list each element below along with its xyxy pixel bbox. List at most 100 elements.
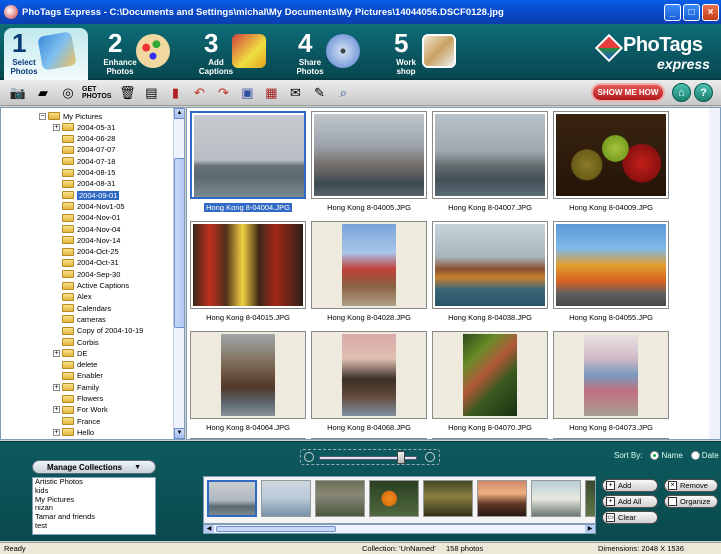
get-photos-button[interactable]: GET PHOTOS bbox=[82, 86, 111, 100]
photo-thumbnail[interactable]: Hong Kong 8-04064.JPG bbox=[190, 331, 306, 432]
tree-folder-item[interactable]: Calendars bbox=[53, 303, 111, 313]
show-me-how-button[interactable]: SHOW ME HOW bbox=[591, 83, 665, 102]
tree-folder-item[interactable]: + Family bbox=[53, 382, 99, 392]
tree-folder-item[interactable]: delete bbox=[53, 360, 97, 370]
tray-thumbnail[interactable] bbox=[315, 480, 365, 517]
tree-folder-item[interactable]: 2004-Nov1-05 bbox=[53, 201, 125, 211]
tree-folder-item[interactable]: 2004-Sep-30 bbox=[53, 269, 120, 279]
photo-thumbnail[interactable]: Hong Kong 8-04005.JPG bbox=[311, 111, 427, 212]
tree-folder-item[interactable]: +2004-05-31 bbox=[53, 122, 115, 132]
step-workshop[interactable]: 5 Work shop bbox=[386, 28, 470, 78]
remove-button[interactable]: × Remove bbox=[664, 479, 718, 492]
email-icon[interactable]: ✉ bbox=[285, 84, 305, 102]
tree-folder-item[interactable]: + For Work bbox=[53, 405, 108, 415]
tray-thumbnail[interactable] bbox=[477, 480, 527, 517]
print-icon[interactable]: ▦ bbox=[261, 84, 281, 102]
tray-scrollbar[interactable]: ◀ ▶ bbox=[203, 524, 596, 534]
tree-folder-item[interactable]: 2004-Oct-25 bbox=[53, 247, 119, 257]
tree-expander-icon[interactable]: + bbox=[53, 428, 60, 436]
tray-thumbnail[interactable] bbox=[207, 480, 257, 517]
search-photos-icon[interactable]: ⌕ bbox=[333, 84, 353, 102]
tree-folder-item[interactable]: Alex bbox=[53, 292, 92, 302]
zoom-out-icon[interactable] bbox=[304, 452, 314, 462]
scroll-down-arrow[interactable]: ▼ bbox=[174, 428, 184, 439]
sort-name-radio[interactable] bbox=[650, 451, 660, 460]
sort-icon[interactable]: ▤ bbox=[141, 84, 161, 102]
tree-folder-item[interactable]: + DE bbox=[53, 348, 87, 358]
rotate-left-icon[interactable]: ↶ bbox=[189, 84, 209, 102]
camera-icon[interactable]: 📷 bbox=[8, 84, 28, 102]
zoom-in-icon[interactable] bbox=[425, 452, 435, 462]
photo-thumbnail[interactable]: Hong Kong 8-04007.JPG bbox=[432, 111, 548, 212]
bookmark-icon[interactable]: ▮ bbox=[165, 84, 185, 102]
scroll-right-arrow[interactable]: ▶ bbox=[585, 525, 595, 533]
organize-button[interactable]: Organize bbox=[664, 495, 718, 508]
tree-folder-item[interactable]: − My Pictures bbox=[39, 111, 102, 121]
step-share-photos[interactable]: 4 Share Photos bbox=[290, 28, 374, 78]
collection-list-item[interactable]: My Pictures bbox=[35, 495, 155, 505]
help-icon[interactable]: ? bbox=[694, 83, 713, 102]
tree-folder-item[interactable]: + Hello bbox=[53, 427, 94, 437]
scanner-icon[interactable]: ▰ bbox=[32, 84, 54, 102]
tree-folder-item[interactable]: 2004-07-07 bbox=[53, 145, 115, 155]
add-button[interactable]: + Add bbox=[602, 479, 658, 492]
edit-icon[interactable]: ✎ bbox=[309, 84, 329, 102]
tree-folder-item[interactable]: 2004-Nov-04 bbox=[53, 224, 120, 234]
tray-thumbnail[interactable] bbox=[369, 480, 419, 517]
tree-folder-item[interactable]: Flowers bbox=[53, 394, 103, 404]
tree-expander-icon[interactable]: − bbox=[39, 112, 46, 120]
trash-icon[interactable]: 🗑 bbox=[117, 84, 137, 102]
tree-expander-icon[interactable]: + bbox=[53, 349, 60, 357]
tray-thumbnail[interactable] bbox=[585, 480, 595, 517]
cd-icon[interactable]: ◎ bbox=[58, 84, 78, 102]
tree-folder-item[interactable]: France bbox=[53, 416, 100, 426]
tree-folder-item[interactable]: 2004-07-18 bbox=[53, 156, 115, 166]
tray-thumbnail[interactable] bbox=[423, 480, 473, 517]
photo-thumbnail[interactable]: Hong Kong 8-04015.JPG bbox=[190, 221, 306, 322]
tray-thumbnail[interactable] bbox=[261, 480, 311, 517]
step-select-photos[interactable]: 1 Select Photos bbox=[4, 28, 88, 80]
collection-list-item[interactable]: Artistic Photos bbox=[35, 477, 155, 487]
tree-scrollbar[interactable]: ▲ ▼ bbox=[173, 108, 184, 439]
grid-scrollbar[interactable] bbox=[709, 108, 720, 439]
tree-folder-item[interactable]: Copy of 2004-10-19 bbox=[53, 326, 143, 336]
scroll-up-arrow[interactable]: ▲ bbox=[174, 108, 184, 119]
photo-thumbnail[interactable]: Hong Kong 8-04009.JPG bbox=[553, 111, 669, 212]
rotate-right-icon[interactable]: ↷ bbox=[213, 84, 233, 102]
clear-button[interactable]: ▭ Clear bbox=[602, 511, 658, 524]
collection-list-item[interactable]: test bbox=[35, 521, 155, 531]
step-enhance-photos[interactable]: 2 Enhance Photos bbox=[100, 28, 184, 78]
photo-thumbnail[interactable]: Hong Kong 8-04068.JPG bbox=[311, 331, 427, 432]
add-all-button[interactable]: + Add All bbox=[602, 495, 658, 508]
collection-list-item[interactable]: Tamar and friends bbox=[35, 512, 155, 522]
photo-thumbnail[interactable]: Hong Kong 8-04073.JPG bbox=[553, 331, 669, 432]
tree-folder-item[interactable]: 2004-08-31 bbox=[53, 179, 115, 189]
tray-scroll-thumb[interactable] bbox=[216, 526, 336, 532]
tree-folder-item[interactable]: 2004-08-15 bbox=[53, 168, 115, 178]
tree-folder-item[interactable]: Corbis bbox=[53, 337, 99, 347]
photo-thumbnail[interactable]: Hong Kong 8-04070.JPG bbox=[432, 331, 548, 432]
close-button[interactable]: × bbox=[702, 3, 719, 21]
tree-expander-icon[interactable]: + bbox=[53, 123, 60, 131]
scroll-left-arrow[interactable]: ◀ bbox=[204, 525, 214, 533]
tree-folder-item[interactable]: Enabler bbox=[53, 371, 103, 381]
tray-thumbnail[interactable] bbox=[531, 480, 581, 517]
zoom-slider-knob[interactable] bbox=[397, 451, 405, 464]
minimize-button[interactable]: _ bbox=[664, 3, 681, 21]
photo-thumbnail[interactable]: Hong Kong 8-04004.JPG bbox=[190, 111, 306, 212]
maximize-button[interactable]: □ bbox=[683, 3, 700, 21]
tree-folder-item[interactable]: 2004-Nov-14 bbox=[53, 235, 120, 245]
tree-folder-item[interactable]: 2004-Oct-31 bbox=[53, 258, 119, 268]
manage-collections-button[interactable]: Manage Collections ▼ bbox=[32, 460, 156, 474]
photo-thumbnail[interactable]: Hong Kong 8-04028.JPG bbox=[311, 221, 427, 322]
tree-expander-icon[interactable]: + bbox=[53, 383, 60, 391]
step-add-captions[interactable]: 3 Add Captions bbox=[196, 28, 280, 78]
photo-thumbnail[interactable]: Hong Kong 8-04055.JPG bbox=[553, 221, 669, 322]
tree-folder-item[interactable]: cameras bbox=[53, 314, 106, 324]
home-icon[interactable]: ⌂ bbox=[672, 83, 691, 102]
tree-folder-item[interactable]: 2004-Nov-01 bbox=[53, 213, 120, 223]
tree-folder-item[interactable]: 2004-06-28 bbox=[53, 134, 115, 144]
tree-expander-icon[interactable]: + bbox=[53, 406, 60, 414]
slideshow-icon[interactable]: ▣ bbox=[237, 84, 257, 102]
scroll-thumb[interactable] bbox=[174, 158, 184, 328]
